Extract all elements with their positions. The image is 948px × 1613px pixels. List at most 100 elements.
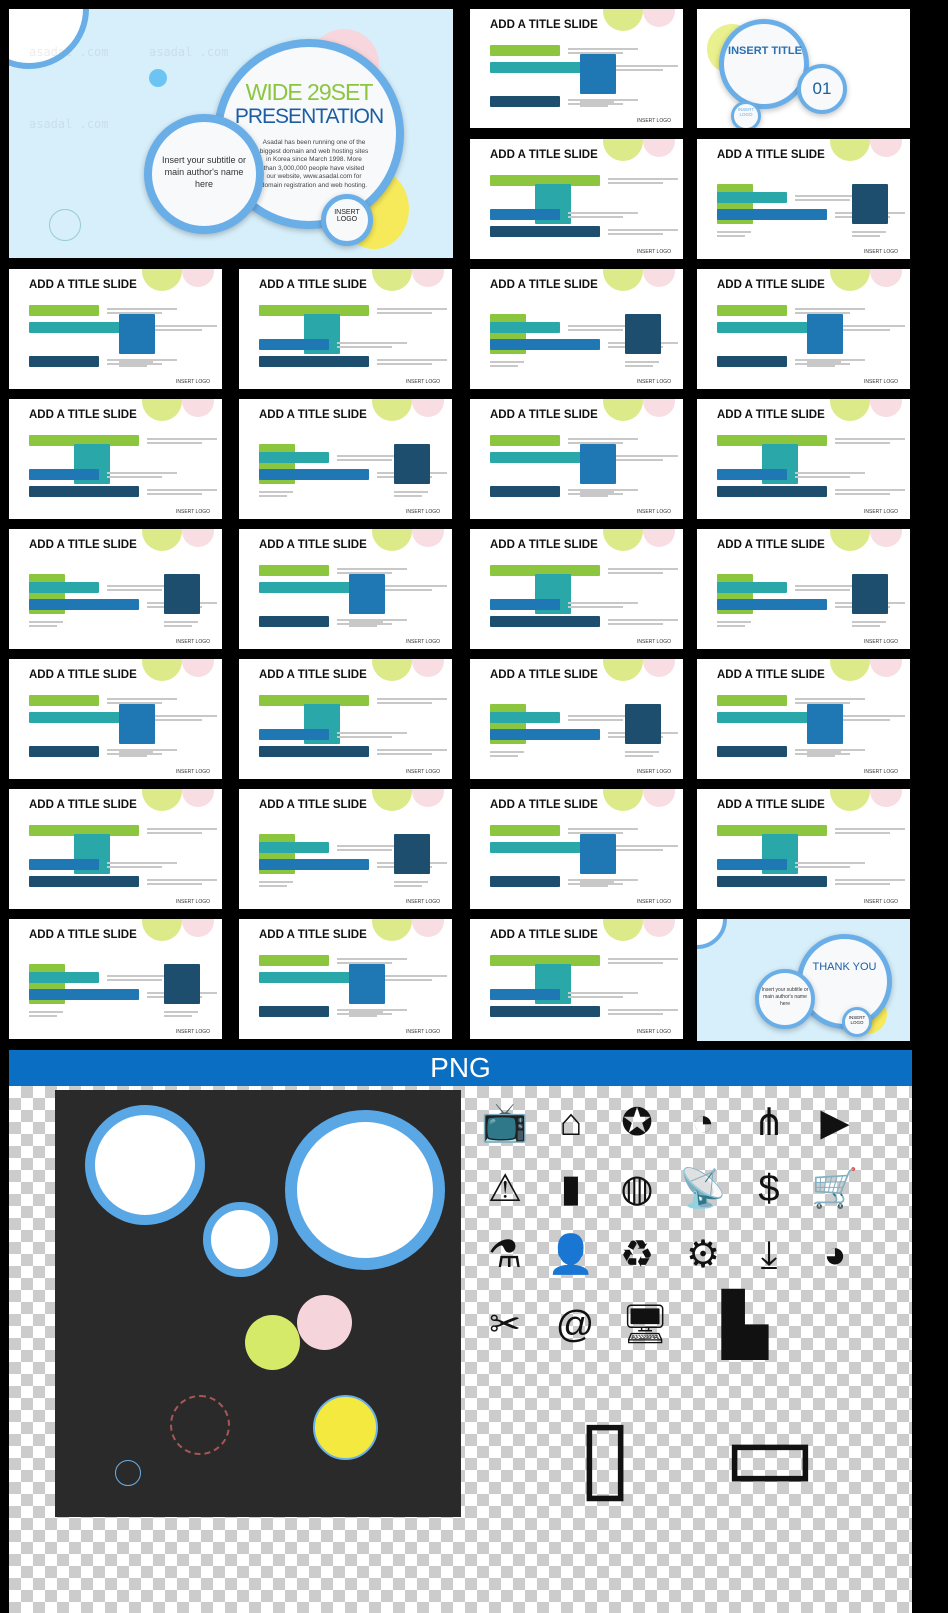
text-line [807, 755, 835, 757]
content-block [580, 54, 616, 94]
slide-title: ADD A TITLE SLIDE [490, 19, 598, 31]
decor-circle [142, 399, 182, 421]
content-block [259, 1006, 329, 1017]
content-slide[interactable]: ADD A TITLE SLIDE INSERT LOGO [470, 399, 683, 519]
text-line [377, 698, 447, 700]
content-slide[interactable]: ADD A TITLE SLIDE INSERT LOGO [239, 659, 452, 779]
slide-logo: INSERT LOGO [176, 1029, 210, 1035]
battery-icon: ▮ [560, 1168, 582, 1210]
content-slide[interactable]: ADD A TITLE SLIDE INSERT LOGO [697, 399, 910, 519]
home-icon: ⌂ [559, 1102, 583, 1144]
slide-logo: INSERT LOGO [864, 639, 898, 645]
content-slide[interactable]: ADD A TITLE SLIDE INSERT LOGO [697, 529, 910, 649]
text-line [147, 832, 202, 834]
decor-circle [643, 659, 675, 677]
content-slide[interactable]: ADD A TITLE SLIDE INSERT LOGO [9, 659, 222, 779]
text-line [568, 828, 638, 830]
content-block [490, 322, 560, 333]
content-block [852, 184, 888, 224]
decor-circle [142, 269, 182, 291]
slide-logo: INSERT LOGO [864, 249, 898, 255]
text-line [147, 325, 217, 327]
slide-logo: INSERT LOGO [637, 639, 671, 645]
content-slide[interactable]: ADD A TITLE SLIDE INSERT LOGO [239, 399, 452, 519]
cover-slide[interactable]: WIDE 29SET PRESENTATION Asadal has been … [9, 9, 453, 258]
decor-circle [643, 139, 675, 157]
text-line [147, 828, 217, 830]
content-slide[interactable]: ADD A TITLE SLIDE INSERT LOGO [470, 529, 683, 649]
decor-circle [643, 919, 675, 937]
content-slide[interactable]: ADD A TITLE SLIDE INSERT LOGO [9, 269, 222, 389]
content-slide[interactable]: ADD A TITLE SLIDE INSERT LOGO [9, 919, 222, 1039]
content-block [717, 859, 787, 870]
content-slide[interactable]: ADD A TITLE SLIDE INSERT LOGO [470, 269, 683, 389]
text-line [580, 105, 608, 107]
text-line [377, 363, 432, 365]
decor-circle [9, 9, 89, 69]
content-slide[interactable]: ADD A TITLE SLIDE INSERT LOGO [9, 789, 222, 909]
content-slide[interactable]: ADD A TITLE SLIDE INSERT LOGO [697, 269, 910, 389]
slide-title: ADD A TITLE SLIDE [717, 669, 825, 681]
slide-logo: INSERT LOGO [176, 639, 210, 645]
decor-circle [170, 1395, 230, 1455]
content-block [490, 96, 560, 107]
content-slide[interactable]: ADD A TITLE SLIDE INSERT LOGO [470, 659, 683, 779]
text-line [394, 881, 428, 883]
content-slide[interactable]: ADD A TITLE SLIDE INSERT LOGO [470, 789, 683, 909]
content-block [29, 486, 139, 497]
slide-title: ADD A TITLE SLIDE [490, 279, 598, 291]
text-line [625, 365, 653, 367]
pie-chart-icon: ◕ [823, 1234, 847, 1276]
shopping-cart-icon: 🛒 [811, 1168, 859, 1210]
content-slide[interactable]: ADD A TITLE SLIDE INSERT LOGO [239, 919, 452, 1039]
decor-circle [830, 139, 870, 161]
decor-circle [643, 529, 675, 547]
text-line [377, 753, 432, 755]
decor-circle [870, 399, 902, 417]
text-line [377, 312, 432, 314]
text-line [795, 472, 865, 474]
content-slide[interactable]: ADD A TITLE SLIDE INSERT LOGO [239, 269, 452, 389]
content-slide[interactable]: ADD A TITLE SLIDE INSERT LOGO [470, 139, 683, 259]
slide-logo: INSERT LOGO [176, 899, 210, 905]
text-line [608, 459, 663, 461]
text-line [608, 178, 678, 180]
decor-circle [313, 1395, 378, 1460]
content-slide[interactable]: ADD A TITLE SLIDE INSERT LOGO [239, 789, 452, 909]
cover-title-line2: PRESENTATION [234, 105, 384, 128]
content-slide[interactable]: ADD A TITLE SLIDE INSERT LOGO [9, 399, 222, 519]
content-slide[interactable]: ADD A TITLE SLIDE INSERT LOGO [697, 789, 910, 909]
section-slide[interactable]: INSERT TITLE 01 INSERT LOGO [697, 9, 910, 128]
text-line [259, 885, 287, 887]
warning-icon: ⚠ [487, 1168, 523, 1210]
content-slide[interactable]: ADD A TITLE SLIDE INSERT LOGO [470, 919, 683, 1039]
text-line [835, 489, 905, 491]
cover-subtitle[interactable]: Insert your subtitle or main author's na… [157, 154, 251, 190]
content-block [625, 314, 661, 354]
content-slide[interactable]: ADD A TITLE SLIDE INSERT LOGO [470, 9, 683, 128]
text-line [490, 751, 524, 753]
content-slide[interactable]: ADD A TITLE SLIDE INSERT LOGO [697, 659, 910, 779]
slide-title: ADD A TITLE SLIDE [717, 149, 825, 161]
slide-logo: INSERT LOGO [864, 899, 898, 905]
decor-circle [603, 919, 643, 941]
slide-title: ADD A TITLE SLIDE [29, 409, 137, 421]
decor-circle [182, 919, 214, 937]
cover-logo[interactable]: INSERT LOGO [326, 209, 368, 223]
text-line [568, 216, 623, 218]
content-slide[interactable]: ADD A TITLE SLIDE INSERT LOGO [239, 529, 452, 649]
content-slide[interactable]: ADD A TITLE SLIDE INSERT LOGO [697, 139, 910, 259]
content-block [717, 356, 787, 367]
text-line [608, 1009, 678, 1011]
content-block [259, 859, 369, 870]
text-line [147, 489, 217, 491]
text-line [147, 883, 202, 885]
content-block [490, 486, 560, 497]
thank-you-slide[interactable]: THANK YOU Insert your subtitle or main a… [697, 919, 910, 1041]
text-line [490, 361, 524, 363]
text-line [107, 979, 162, 981]
text-line [795, 359, 865, 361]
content-block [490, 876, 560, 887]
content-slide[interactable]: ADD A TITLE SLIDE INSERT LOGO [9, 529, 222, 649]
slide-logo: INSERT LOGO [406, 1029, 440, 1035]
